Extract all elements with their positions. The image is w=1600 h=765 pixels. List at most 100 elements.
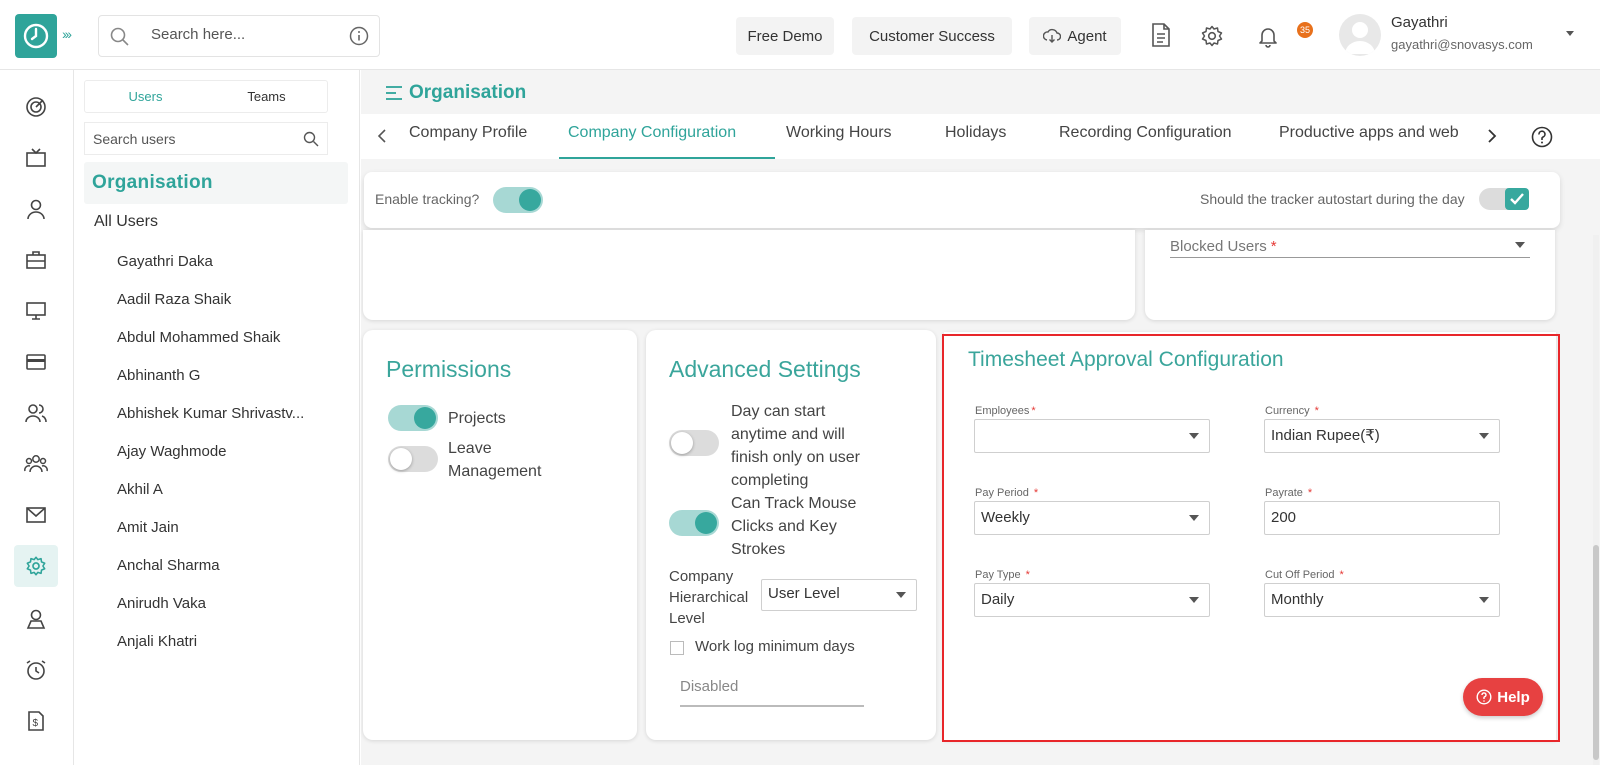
menu-icon[interactable] bbox=[385, 84, 403, 102]
search-icon[interactable] bbox=[303, 131, 319, 147]
expand-menu-icon[interactable]: ››› bbox=[62, 26, 72, 42]
autostart-label: Should the tracker autostart during the … bbox=[1200, 191, 1465, 207]
enable-tracking-toggle[interactable] bbox=[493, 187, 543, 213]
sidebar-item-teams[interactable] bbox=[14, 443, 58, 485]
app-logo[interactable] bbox=[15, 14, 57, 58]
settings-gear-icon[interactable] bbox=[1200, 24, 1224, 48]
list-item[interactable]: Abdul Mohammed Shaik bbox=[117, 324, 342, 362]
user-panel-tabs: Users Teams bbox=[84, 80, 328, 113]
info-icon[interactable] bbox=[349, 26, 369, 46]
blocked-users-label: Blocked Users * bbox=[1170, 238, 1277, 255]
sidebar-item-projects[interactable] bbox=[14, 239, 58, 281]
tab-bar: Company Profile Company Configuration Wo… bbox=[361, 114, 1600, 159]
help-button[interactable]: Help bbox=[1463, 678, 1543, 716]
help-circle-icon[interactable] bbox=[1531, 126, 1553, 148]
user-avatar-icon bbox=[1345, 22, 1375, 54]
page-title-text: Organisation bbox=[409, 82, 527, 103]
user-icon bbox=[27, 199, 45, 220]
sidebar-item-reports[interactable] bbox=[14, 598, 58, 640]
icon-sidebar: $ bbox=[0, 70, 74, 765]
list-item[interactable]: Abhinanth G bbox=[117, 362, 342, 400]
sidebar-item-dashboard[interactable] bbox=[14, 86, 58, 128]
user-list: Gayathri Daka Aadil Raza Shaik Abdul Moh… bbox=[117, 248, 342, 666]
config-card-upper-right: Blocked Users * bbox=[1145, 230, 1555, 320]
blocked-users-field[interactable] bbox=[1170, 257, 1530, 258]
sidebar-item-settings[interactable] bbox=[14, 545, 58, 587]
free-demo-button[interactable]: Free Demo bbox=[736, 17, 834, 55]
scrollbar-thumb[interactable] bbox=[1593, 545, 1599, 760]
chevron-left-icon[interactable] bbox=[377, 129, 387, 143]
tab-working-hours[interactable]: Working Hours bbox=[786, 124, 892, 142]
config-card-upper-left bbox=[363, 230, 1135, 320]
avatar[interactable] bbox=[1339, 14, 1381, 56]
list-item[interactable]: Anjali Khatri bbox=[117, 628, 342, 666]
enable-tracking-label: Enable tracking? bbox=[375, 191, 480, 207]
user-search bbox=[84, 122, 328, 155]
leave-management-toggle[interactable] bbox=[388, 446, 438, 472]
tv-icon bbox=[26, 148, 46, 167]
search-input[interactable] bbox=[151, 26, 331, 43]
bell-icon[interactable] bbox=[1256, 24, 1280, 48]
sidebar-item-mail[interactable] bbox=[14, 494, 58, 536]
list-item[interactable]: Abhishek Kumar Shrivastv... bbox=[117, 400, 342, 438]
sidebar-item-billing[interactable] bbox=[14, 341, 58, 383]
sidebar-item-timesheet[interactable] bbox=[14, 649, 58, 691]
all-users-item[interactable]: All Users bbox=[94, 213, 158, 231]
track-mouse-label: Can Track Mouse Clicks and Key Strokes bbox=[731, 495, 857, 558]
user-name[interactable]: Gayathri bbox=[1391, 14, 1448, 31]
worklog-checkbox[interactable] bbox=[670, 641, 684, 655]
permissions-title: Permissions bbox=[386, 356, 512, 382]
worklog-label: Work log minimum days bbox=[695, 638, 855, 655]
invoice-icon: $ bbox=[28, 711, 44, 731]
sidebar-item-users[interactable] bbox=[14, 392, 58, 434]
document-icon[interactable] bbox=[1150, 22, 1172, 48]
track-mouse-toggle[interactable] bbox=[669, 510, 719, 536]
highlight-box bbox=[942, 334, 1560, 742]
tab-teams[interactable]: Teams bbox=[206, 81, 327, 112]
sidebar-item-payroll[interactable]: $ bbox=[14, 700, 58, 742]
customer-success-button[interactable]: Customer Success bbox=[852, 17, 1012, 55]
tab-recording-configuration[interactable]: Recording Configuration bbox=[1059, 124, 1232, 142]
monitor-icon bbox=[26, 302, 46, 320]
chevron-down-icon[interactable] bbox=[1515, 242, 1525, 248]
list-item[interactable]: Anchal Sharma bbox=[117, 552, 342, 590]
user-badge-icon bbox=[26, 609, 46, 629]
chevron-right-icon[interactable] bbox=[1487, 129, 1497, 143]
day-start-label: Day can start anytime and will finish only… bbox=[731, 403, 860, 489]
users-icon bbox=[25, 404, 47, 423]
list-item[interactable]: Amit Jain bbox=[117, 514, 342, 552]
organisation-item[interactable]: Organisation bbox=[84, 162, 348, 204]
chevron-down-icon[interactable] bbox=[1565, 30, 1575, 38]
scrollbar[interactable] bbox=[1593, 235, 1599, 765]
hierarchy-select[interactable]: User Level bbox=[761, 579, 917, 611]
user-email: gayathri@snovasys.com bbox=[1391, 37, 1533, 52]
notification-badge: 35 bbox=[1297, 22, 1313, 38]
tab-company-configuration[interactable]: Company Configuration bbox=[568, 124, 736, 142]
projects-toggle[interactable] bbox=[388, 405, 438, 431]
tab-company-profile[interactable]: Company Profile bbox=[409, 124, 527, 142]
tracking-bar: Enable tracking? Should the tracker auto… bbox=[364, 172, 1560, 228]
list-item[interactable]: Akhil A bbox=[117, 476, 342, 514]
advanced-settings-card: Advanced Settings Day can start anytime a… bbox=[646, 330, 936, 740]
list-item[interactable]: Aadil Raza Shaik bbox=[117, 286, 342, 324]
sidebar-item-live[interactable] bbox=[14, 137, 58, 179]
worklog-days-field[interactable]: Disabled bbox=[680, 678, 738, 695]
list-item[interactable]: Anirudh Vaka bbox=[117, 590, 342, 628]
cloud-download-icon bbox=[1043, 28, 1062, 43]
sidebar-item-profile[interactable] bbox=[14, 188, 58, 230]
list-item[interactable]: Gayathri Daka bbox=[117, 248, 342, 286]
agent-button[interactable]: Agent bbox=[1029, 17, 1121, 55]
tab-holidays[interactable]: Holidays bbox=[945, 124, 1006, 142]
list-item[interactable]: Ajay Waghmode bbox=[117, 438, 342, 476]
help-label: Help bbox=[1497, 688, 1530, 706]
sidebar-item-assets[interactable] bbox=[14, 290, 58, 332]
autostart-toggle[interactable] bbox=[1479, 188, 1529, 210]
tab-productive-apps[interactable]: Productive apps and web bbox=[1279, 124, 1459, 142]
day-start-toggle[interactable] bbox=[669, 430, 719, 456]
user-search-input[interactable] bbox=[93, 131, 293, 147]
tab-users[interactable]: Users bbox=[85, 81, 206, 112]
tab-strip: Company Profile Company Configuration Wo… bbox=[361, 114, 1473, 159]
page-title: Organisation bbox=[385, 82, 526, 104]
search-icon bbox=[110, 27, 129, 46]
top-bar: ››› Free Demo Customer Success Agent bbox=[0, 0, 1600, 70]
